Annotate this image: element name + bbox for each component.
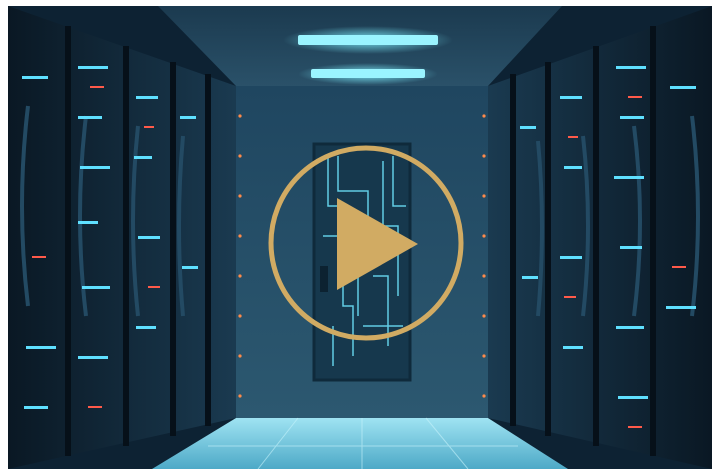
ceiling-light — [311, 69, 425, 78]
floor — [152, 418, 568, 469]
play-button[interactable] — [267, 144, 465, 342]
play-icon — [337, 198, 418, 290]
right-server-racks — [488, 6, 712, 469]
video-player[interactable] — [8, 6, 712, 469]
page-frame — [0, 0, 720, 475]
ceiling-light — [298, 35, 438, 45]
left-server-racks — [8, 6, 236, 469]
